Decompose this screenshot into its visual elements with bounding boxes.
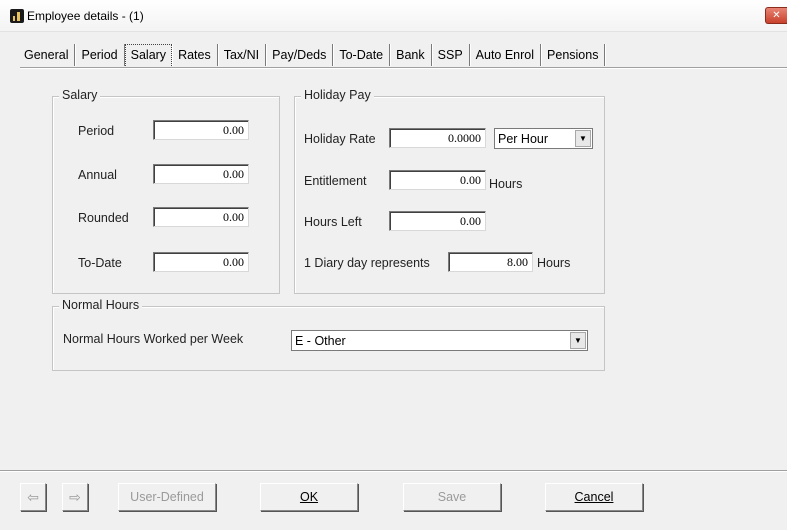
tab-bar: General Period Salary Rates Tax/NI Pay/D… (20, 44, 606, 68)
tab-to-date[interactable]: To-Date (333, 44, 391, 66)
diary-day-unit: Hours (537, 256, 571, 270)
to-date-label: To-Date (78, 256, 122, 270)
window-title: Employee details - (1) (27, 9, 144, 23)
normal-hours-value: E - Other (295, 334, 346, 348)
user-defined-button[interactable]: User-Defined (118, 483, 216, 511)
hours-left-field[interactable]: 0.00 (389, 211, 486, 231)
previous-button[interactable]: ⇦ (20, 483, 46, 511)
footer-divider (0, 470, 787, 472)
ok-label: OK (299, 490, 319, 504)
arrow-right-icon: ⇨ (69, 488, 81, 505)
cancel-label: Cancel (574, 490, 614, 504)
holiday-rate-label: Holiday Rate (304, 132, 376, 146)
rounded-field[interactable]: 0.00 (153, 207, 249, 227)
to-date-field[interactable]: 0.00 (153, 252, 249, 272)
tab-pensions[interactable]: Pensions (541, 44, 606, 66)
tab-rates[interactable]: Rates (172, 44, 218, 66)
tab-auto-enrol[interactable]: Auto Enrol (470, 44, 542, 66)
annual-field[interactable]: 0.00 (153, 164, 249, 184)
entitlement-field[interactable]: 0.00 (389, 170, 486, 190)
save-label: Save (437, 490, 467, 504)
tab-tax-ni[interactable]: Tax/NI (218, 44, 267, 66)
diary-day-field[interactable]: 8.00 (448, 252, 533, 272)
rounded-label: Rounded (78, 211, 129, 225)
tab-bank[interactable]: Bank (390, 44, 432, 66)
annual-label: Annual (78, 168, 117, 182)
holiday-rate-unit-value: Per Hour (498, 132, 549, 146)
save-button[interactable]: Save (403, 483, 501, 511)
tab-page-divider (20, 67, 787, 69)
user-defined-label: User-Defined (130, 490, 204, 504)
holiday-pay-group-title: Holiday Pay (301, 88, 374, 102)
cancel-button[interactable]: Cancel (545, 483, 643, 511)
holiday-rate-field[interactable]: 0.0000 (389, 128, 486, 148)
tab-period[interactable]: Period (75, 44, 125, 66)
hours-left-label: Hours Left (304, 215, 362, 229)
entitlement-unit: Hours (489, 177, 523, 191)
period-label: Period (78, 124, 115, 138)
arrow-left-icon: ⇦ (27, 488, 39, 505)
close-x-icon: ✕ (772, 10, 781, 21)
normal-hours-select[interactable]: E - Other ▼ (291, 330, 588, 351)
normal-hours-label: Normal Hours Worked per Week (63, 332, 244, 346)
tab-salary[interactable]: Salary (124, 44, 173, 66)
period-field[interactable]: 0.00 (153, 120, 249, 140)
tab-ssp[interactable]: SSP (432, 44, 470, 66)
tab-general[interactable]: General (20, 44, 76, 66)
salary-group-title: Salary (59, 88, 101, 102)
salary-group: Salary Period 0.00 Annual 0.00 Rounded 0… (52, 88, 280, 294)
close-button[interactable]: ✕ (765, 7, 787, 24)
holiday-pay-group: Holiday Pay Holiday Rate 0.0000 Per Hour… (294, 88, 605, 294)
diary-day-label: 1 Diary day represents (304, 256, 430, 270)
title-bar: Employee details - (1) ✕ (0, 0, 787, 32)
tab-pay-deds[interactable]: Pay/Deds (266, 44, 334, 66)
payroll-app-icon (10, 9, 24, 23)
holiday-rate-unit-select[interactable]: Per Hour ▼ (494, 128, 593, 149)
chevron-down-icon[interactable]: ▼ (570, 332, 586, 349)
entitlement-label: Entitlement (304, 174, 367, 188)
ok-button[interactable]: OK (260, 483, 358, 511)
next-button[interactable]: ⇨ (62, 483, 88, 511)
chevron-down-icon[interactable]: ▼ (575, 130, 591, 147)
normal-hours-group-title: Normal Hours (59, 298, 143, 312)
normal-hours-group: Normal Hours Normal Hours Worked per Wee… (52, 298, 605, 371)
